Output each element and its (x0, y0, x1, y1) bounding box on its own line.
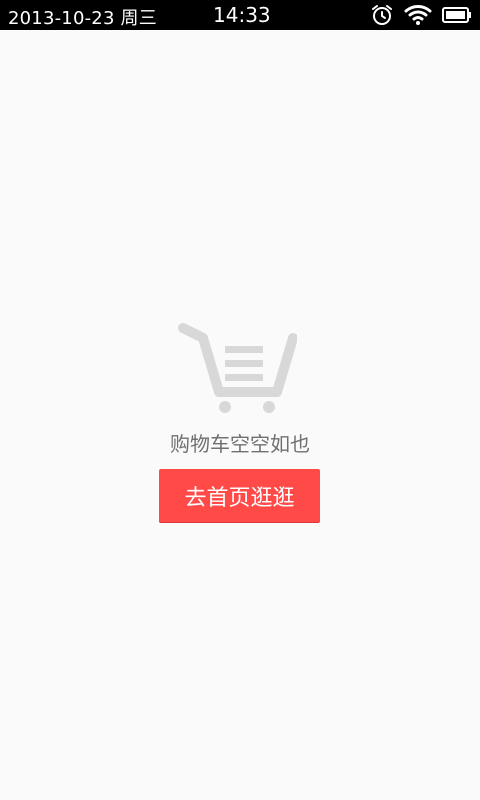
go-home-button[interactable]: 去首页逛逛 (159, 469, 320, 522)
status-time: 14:33 (213, 3, 271, 27)
status-date: 2013-10-23 周三 (8, 8, 157, 29)
alarm-icon (370, 3, 394, 27)
battery-icon (442, 5, 472, 25)
wifi-icon (404, 3, 432, 27)
shopping-cart-icon (177, 320, 298, 416)
status-bar: 2013-10-23 周三 14:33 (0, 0, 480, 30)
status-icons (370, 3, 472, 27)
empty-cart-view: 购物车空空如也 去首页逛逛 (0, 30, 480, 800)
empty-cart-message: 购物车空空如也 (170, 432, 310, 456)
